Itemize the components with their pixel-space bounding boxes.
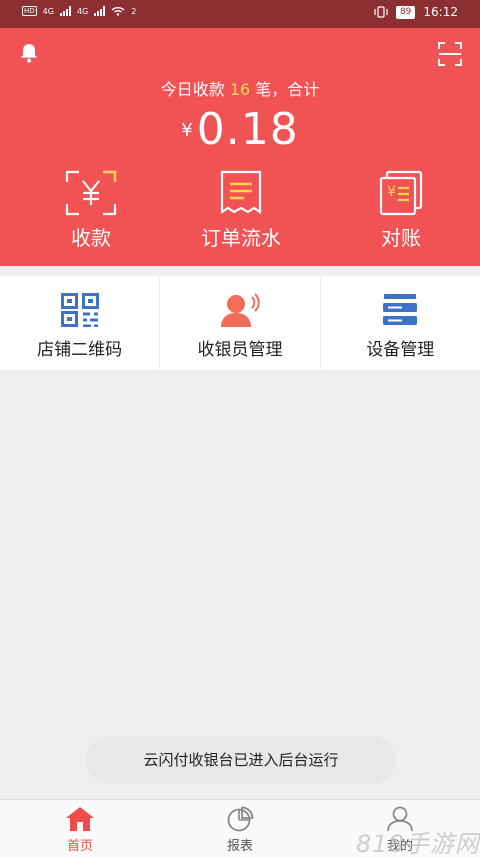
network-4g-label-2: 4G xyxy=(76,6,89,16)
status-bar: HD 4G 4G 2 89 16:12 xyxy=(0,0,480,28)
wifi-icon xyxy=(111,7,125,16)
tab-reports-label: 报表 xyxy=(226,839,253,854)
store-qr-code-button[interactable]: 店铺二维码 xyxy=(0,276,161,370)
svg-text:¥: ¥ xyxy=(387,184,396,200)
today-prefix: 今日收款 xyxy=(160,80,225,99)
device-management-button[interactable]: 设备管理 xyxy=(321,276,480,370)
device-icon xyxy=(383,294,418,325)
status-indicators: HD 4G 4G 2 xyxy=(22,6,136,16)
background-toast: 云闪付收银台已进入后台运行 xyxy=(86,736,396,784)
signal-icon-2 xyxy=(94,6,106,16)
clock: 16:12 xyxy=(423,5,458,19)
wifi-count: 2 xyxy=(131,6,137,16)
scan-yen-icon xyxy=(65,170,117,216)
network-4g-label: 4G xyxy=(42,6,54,16)
vibrate-icon xyxy=(374,6,388,18)
tab-home-label: 首页 xyxy=(66,839,93,854)
collect-payment-label: 收款 xyxy=(71,226,111,250)
reconcile-label: 对账 xyxy=(381,226,421,250)
cashier-icon xyxy=(220,293,260,327)
reconcile-button[interactable]: ¥ 对账 xyxy=(341,170,461,251)
currency-symbol: ¥ xyxy=(181,120,193,141)
amount-value: 0.18 xyxy=(196,104,299,155)
order-flow-button[interactable]: 订单流水 xyxy=(181,170,301,251)
bell-icon[interactable] xyxy=(18,42,40,64)
today-count: 16 xyxy=(229,80,251,99)
scan-icon[interactable] xyxy=(438,42,462,66)
today-amount: ¥0.18 xyxy=(0,104,480,155)
device-management-label: 设备管理 xyxy=(366,340,435,360)
signal-icon xyxy=(59,6,71,16)
home-icon xyxy=(66,807,94,831)
status-right: 89 16:12 xyxy=(374,5,458,19)
receipt-icon xyxy=(220,170,262,215)
tab-reports[interactable]: 报表 xyxy=(160,800,320,857)
hd-indicator: HD xyxy=(22,6,37,16)
cashier-management-label: 收银员管理 xyxy=(197,340,283,360)
pie-chart-icon xyxy=(227,806,254,832)
feature-grid: 店铺二维码 收银员管理 设备管理 xyxy=(0,276,480,370)
today-summary: 今日收款 16 笔，合计 xyxy=(0,76,480,100)
today-suffix: 笔，合计 xyxy=(255,80,320,99)
store-qr-code-label: 店铺二维码 xyxy=(37,340,123,360)
reconcile-icon: ¥ xyxy=(379,170,423,216)
site-watermark: 818手游网 xyxy=(356,830,480,857)
tab-home[interactable]: 首页 xyxy=(0,800,160,857)
cashier-management-button[interactable]: 收银员管理 xyxy=(160,276,321,370)
collect-payment-button[interactable]: 收款 xyxy=(31,170,151,251)
order-flow-label: 订单流水 xyxy=(201,226,281,250)
battery-level: 89 xyxy=(395,5,416,19)
qr-code-icon xyxy=(60,293,99,327)
summary-header: 今日收款 16 笔，合计 ¥0.18 收款 订单流水 ¥ 对账 xyxy=(0,28,480,266)
